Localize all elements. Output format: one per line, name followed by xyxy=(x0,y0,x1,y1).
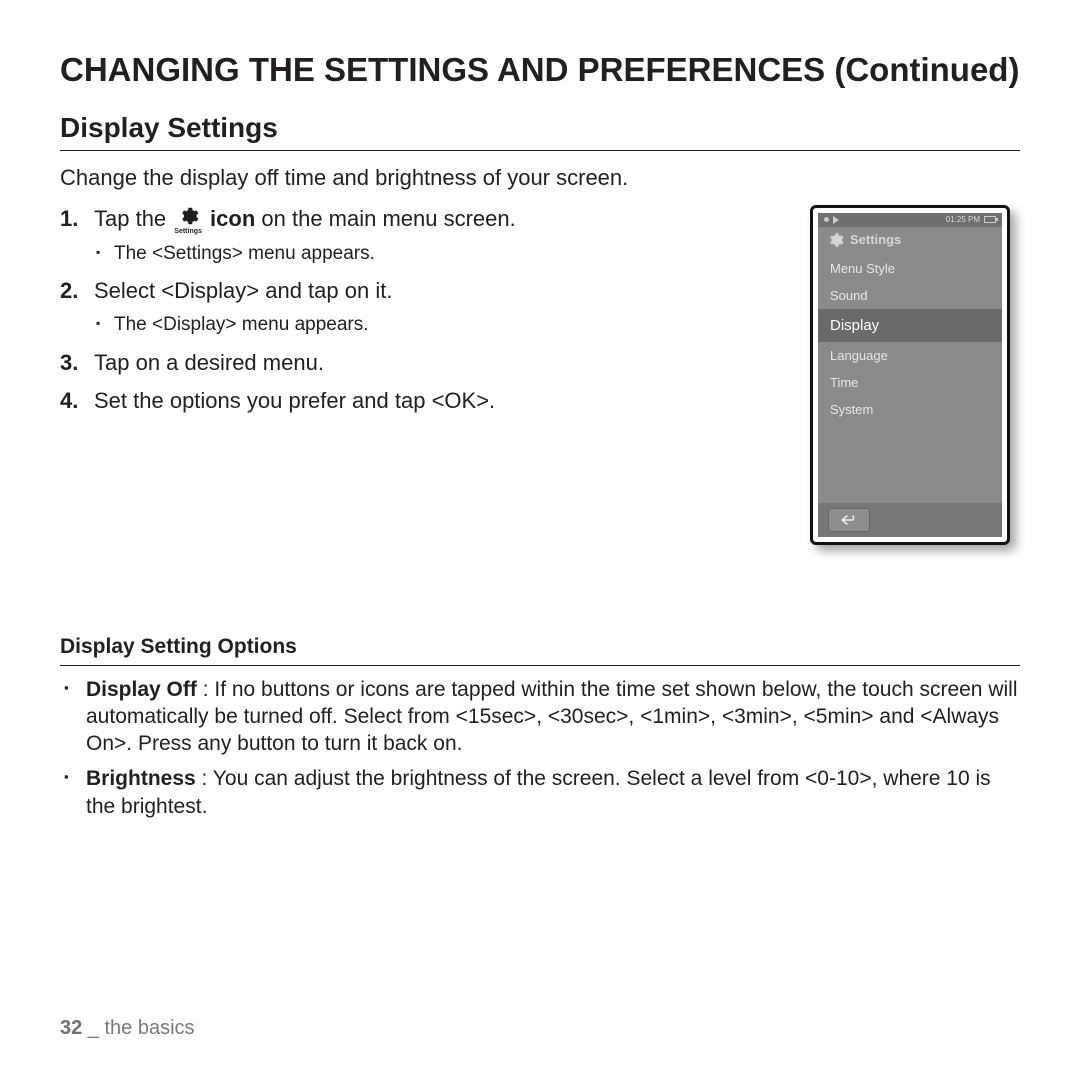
back-button[interactable] xyxy=(828,508,870,532)
device-clock: 01:25 PM xyxy=(946,215,980,224)
device-screenshot: 01:25 PM Settings Menu StyleSoundDisplay… xyxy=(810,205,1020,545)
device-status-bar: 01:25 PM xyxy=(818,213,1002,227)
footer-sep: _ xyxy=(82,1017,104,1039)
step-4-post: . xyxy=(489,388,495,413)
section-title: Display Settings xyxy=(60,112,1020,151)
step-4-bold: <OK> xyxy=(432,388,489,413)
device-back-bar xyxy=(818,503,1002,537)
step-1-post: on the main menu screen. xyxy=(261,206,515,231)
device-header-label: Settings xyxy=(850,232,901,247)
option-text: : You can adjust the brightness of the s… xyxy=(86,767,991,817)
page-title: CHANGING THE SETTINGS AND PREFERENCES (C… xyxy=(60,50,1020,90)
page-footer: 32 _ the basics xyxy=(60,1017,195,1040)
step-2-post: and tap on it. xyxy=(259,278,392,303)
device-menu-item[interactable]: Sound xyxy=(818,282,1002,309)
step-2-bold: <Display> xyxy=(161,278,259,303)
steps-column: Tap the Settings icon on the main menu s… xyxy=(60,205,790,426)
option-item: Display Off : If no buttons or icons are… xyxy=(60,676,1020,758)
device-menu-list: Menu StyleSoundDisplayLanguageTimeSystem xyxy=(818,255,1002,503)
option-text: : If no buttons or icons are tapped with… xyxy=(86,678,1017,756)
device-menu-item[interactable]: Menu Style xyxy=(818,255,1002,282)
device-menu-item[interactable]: Language xyxy=(818,342,1002,369)
step-1-bold: icon xyxy=(210,206,255,231)
gear-icon xyxy=(826,231,844,249)
device-screen-header: Settings xyxy=(818,227,1002,255)
step-2-sub: The <Display> menu appears. xyxy=(94,312,790,339)
step-4: Set the options you prefer and tap <OK>. xyxy=(60,387,790,416)
option-label: Display Off xyxy=(86,678,197,701)
play-icon xyxy=(833,216,839,224)
step-1-pre: Tap the xyxy=(94,206,172,231)
step-2: Select <Display> and tap on it. The <Dis… xyxy=(60,277,790,338)
step-1-sub: The <Settings> menu appears. xyxy=(94,241,790,268)
option-label: Brightness xyxy=(86,767,196,790)
settings-gear-icon: Settings xyxy=(174,205,202,235)
intro-text: Change the display off time and brightne… xyxy=(60,165,1020,191)
battery-icon xyxy=(984,216,996,223)
device-menu-item[interactable]: System xyxy=(818,396,1002,423)
options-list: Display Off : If no buttons or icons are… xyxy=(60,676,1020,820)
footer-chapter: the basics xyxy=(105,1017,195,1039)
step-2-pre: Select xyxy=(94,278,161,303)
device-menu-item[interactable]: Time xyxy=(818,369,1002,396)
page-number: 32 xyxy=(60,1017,82,1039)
step-3: Tap on a desired menu. xyxy=(60,349,790,378)
device-menu-item[interactable]: Display xyxy=(818,309,1002,342)
settings-icon-caption: Settings xyxy=(174,228,202,235)
options-title: Display Setting Options xyxy=(60,635,1020,666)
step-1: Tap the Settings icon on the main menu s… xyxy=(60,205,790,268)
back-arrow-icon xyxy=(840,513,858,527)
option-item: Brightness : You can adjust the brightne… xyxy=(60,765,1020,820)
step-3-text: Tap on a desired menu. xyxy=(94,350,324,375)
step-4-pre: Set the options you prefer and tap xyxy=(94,388,432,413)
